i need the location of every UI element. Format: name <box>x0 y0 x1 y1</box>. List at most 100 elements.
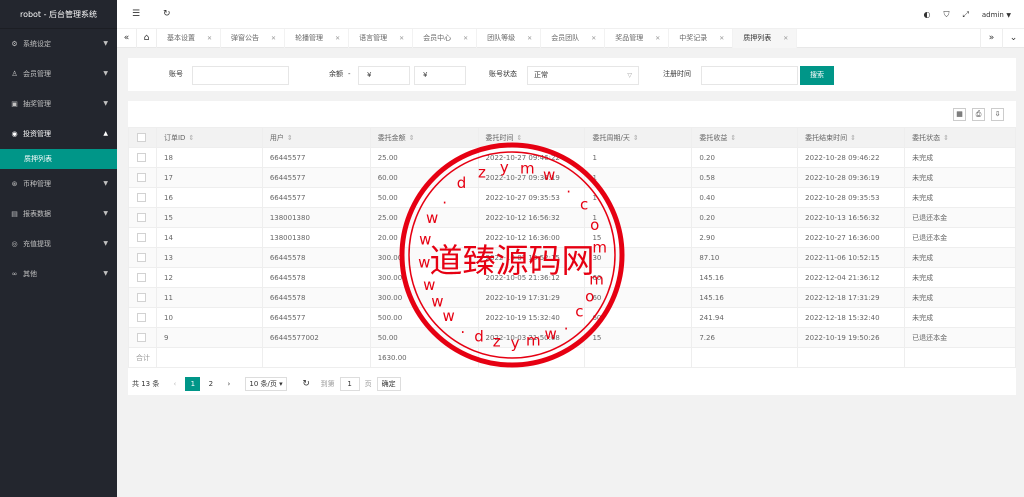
table-cell: 1 <box>584 167 693 188</box>
export-icon[interactable]: ⇩ <box>991 108 1004 121</box>
table-row[interactable]: 15 138001380 25.00 2022-10-12 16:56:32 1 0.20… <box>128 207 1016 228</box>
row-checkbox[interactable] <box>137 153 146 162</box>
tab-9[interactable]: 质押列表 ✕ <box>733 28 798 48</box>
table-row[interactable]: 11 66445578 300.00 2022-10-19 17:31:29 60 145… <box>128 287 1016 308</box>
prev-page-icon[interactable]: ‹ <box>167 377 182 391</box>
next-page-icon[interactable]: › <box>221 377 236 391</box>
row-checkbox[interactable] <box>137 273 146 282</box>
sidebar-item-3[interactable]: ◉ 投资管理 ▲ <box>0 119 117 149</box>
sort-icon[interactable]: ⇕ <box>943 134 949 142</box>
close-icon[interactable]: ✕ <box>655 29 660 48</box>
row-checkbox[interactable] <box>137 193 146 202</box>
theme-icon[interactable]: ◐ <box>924 10 931 19</box>
page-2[interactable]: 2 <box>203 377 218 391</box>
row-checkbox[interactable] <box>137 233 146 242</box>
sort-icon[interactable]: ⇕ <box>850 134 856 142</box>
status-select[interactable]: 正常 ▽ <box>527 66 639 85</box>
close-icon[interactable]: ✕ <box>335 29 340 48</box>
account-input[interactable] <box>192 66 289 85</box>
row-checkbox[interactable] <box>137 253 146 262</box>
status-label: 账号状态 <box>489 70 517 78</box>
sidebar-item-0[interactable]: ⚙ 系统设定 ▼ <box>0 29 117 59</box>
table-row[interactable]: 18 66445577 25.00 2022-10-27 09:46:22 1 0.20 2… <box>128 147 1016 168</box>
tab-2[interactable]: 轮播管理 ✕ <box>285 28 350 48</box>
home-tab-icon[interactable]: ⌂ <box>137 28 157 48</box>
select-all-checkbox[interactable] <box>137 133 146 142</box>
table-row[interactable]: 13 66445578 300.00 2022-10-07 10:52:15 30 87.… <box>128 247 1016 268</box>
tab-4[interactable]: 会员中心 ✕ <box>413 28 478 48</box>
column-header[interactable]: 委托收益 ⇕ <box>691 127 799 148</box>
tab-0[interactable]: 基本设置 ✕ <box>157 28 222 48</box>
close-icon[interactable]: ✕ <box>207 29 212 48</box>
sort-icon[interactable]: ⇕ <box>730 134 736 142</box>
sort-icon[interactable]: ⇕ <box>633 134 639 142</box>
sort-icon[interactable]: ⇕ <box>409 134 415 142</box>
refresh-page-icon[interactable]: ↻ <box>299 377 314 391</box>
page-1[interactable]: 1 <box>185 377 201 391</box>
table-cell: 0.20 <box>691 147 799 168</box>
columns-filter-icon[interactable]: ▦ <box>953 108 966 121</box>
row-checkbox[interactable] <box>137 333 146 342</box>
menu-toggle-icon[interactable]: ☰ <box>132 0 140 29</box>
table-row[interactable]: 14 138001380 20.00 2022-10-12 16:36:00 15 2.9… <box>128 227 1016 248</box>
sort-icon[interactable]: ⇕ <box>188 134 194 142</box>
search-button[interactable]: 搜索 <box>800 66 834 85</box>
column-header[interactable]: 委托结束时间 ⇕ <box>797 127 906 148</box>
close-icon[interactable]: ✕ <box>399 29 404 48</box>
table-row[interactable]: 17 66445577 60.00 2022-10-27 09:36:19 1 0.58 2… <box>128 167 1016 188</box>
close-icon[interactable]: ✕ <box>271 29 276 48</box>
refresh-icon[interactable]: ↻ <box>163 0 171 29</box>
sidebar-item-2[interactable]: ▣ 抽奖管理 ▼ <box>0 89 117 119</box>
sidebar-item-6[interactable]: ◎ 充值提现 ▼ <box>0 229 117 259</box>
sort-icon[interactable]: ⇕ <box>287 134 293 142</box>
row-checkbox[interactable] <box>137 173 146 182</box>
close-icon[interactable]: ✕ <box>527 29 532 48</box>
per-page-select[interactable]: 10 条/页 ▾ <box>245 377 287 391</box>
balance-min-input[interactable]: ¥ <box>358 66 410 85</box>
tab-8[interactable]: 中奖记录 ✕ <box>669 28 734 48</box>
tag-icon[interactable]: ⛉ <box>943 10 949 20</box>
column-header[interactable]: 委托周期/天 ⇕ <box>584 127 693 148</box>
sidebar-subitem-active[interactable]: 质押列表 <box>0 149 117 169</box>
row-checkbox[interactable] <box>137 213 146 222</box>
goto-confirm-button[interactable]: 确定 <box>376 377 401 391</box>
column-header[interactable]: 委托状态 ⇕ <box>904 127 1016 148</box>
balance-max-input[interactable]: ¥ <box>414 66 466 85</box>
tab-scroll-left-icon[interactable]: « <box>117 28 137 48</box>
column-header[interactable]: 委托金额 ⇕ <box>369 127 479 148</box>
tab-5[interactable]: 团队等级 ✕ <box>477 28 542 48</box>
row-select-cell <box>128 267 157 288</box>
tab-6[interactable]: 会员团队 ✕ <box>541 28 606 48</box>
total-amount: 1630.00 <box>369 347 479 368</box>
column-header[interactable]: 订单ID ⇕ <box>155 127 263 148</box>
column-header[interactable]: 委托时间 ⇕ <box>477 127 586 148</box>
row-checkbox[interactable] <box>137 293 146 302</box>
tab-7[interactable]: 奖品管理 ✕ <box>605 28 670 48</box>
table-row[interactable]: 12 66445578 300.00 2022-10-05 21:36:12 60 145… <box>128 267 1016 288</box>
fullscreen-icon[interactable]: ⤢ <box>962 10 968 20</box>
sidebar-item-4[interactable]: ⊛ 币种管理 ▼ <box>0 169 117 199</box>
close-icon[interactable]: ✕ <box>591 29 596 48</box>
sidebar-item-5[interactable]: ▤ 报表数据 ▼ <box>0 199 117 229</box>
tab-1[interactable]: 弹窗公告 ✕ <box>221 28 286 48</box>
close-icon[interactable]: ✕ <box>719 29 724 48</box>
tab-label: 中奖记录 <box>679 33 708 42</box>
table-row[interactable]: 10 66445577 500.00 2022-10-19 15:32:40 60 241… <box>128 307 1016 328</box>
column-header[interactable]: 用户 ⇕ <box>261 127 371 148</box>
user-menu[interactable]: admin ▼ <box>982 10 1011 19</box>
row-checkbox[interactable] <box>137 313 146 322</box>
table-row[interactable]: 9 66445577002 50.00 2022-10-03 21:50:08 15 7.… <box>128 327 1016 348</box>
sort-icon[interactable]: ⇕ <box>517 134 523 142</box>
tab-3[interactable]: 语言管理 ✕ <box>349 28 414 48</box>
sidebar-item-7[interactable]: ∞ 其他 ▼ <box>0 259 117 289</box>
sidebar-item-1[interactable]: ♙ 会员管理 ▼ <box>0 59 117 89</box>
table-cell: 50.00 <box>369 327 479 348</box>
print-icon[interactable]: ⎙ <box>972 108 985 121</box>
close-icon[interactable]: ✕ <box>783 29 788 48</box>
reg-time-input[interactable] <box>701 66 798 85</box>
table-row[interactable]: 16 66445577 50.00 2022-10-27 09:35:53 1 0.40 2… <box>128 187 1016 208</box>
close-icon[interactable]: ✕ <box>463 29 468 48</box>
tab-actions-icon[interactable]: ⌄ <box>1002 29 1024 48</box>
goto-page-input[interactable]: 1 <box>339 377 360 391</box>
tab-scroll-right-icon[interactable]: » <box>980 29 1002 48</box>
